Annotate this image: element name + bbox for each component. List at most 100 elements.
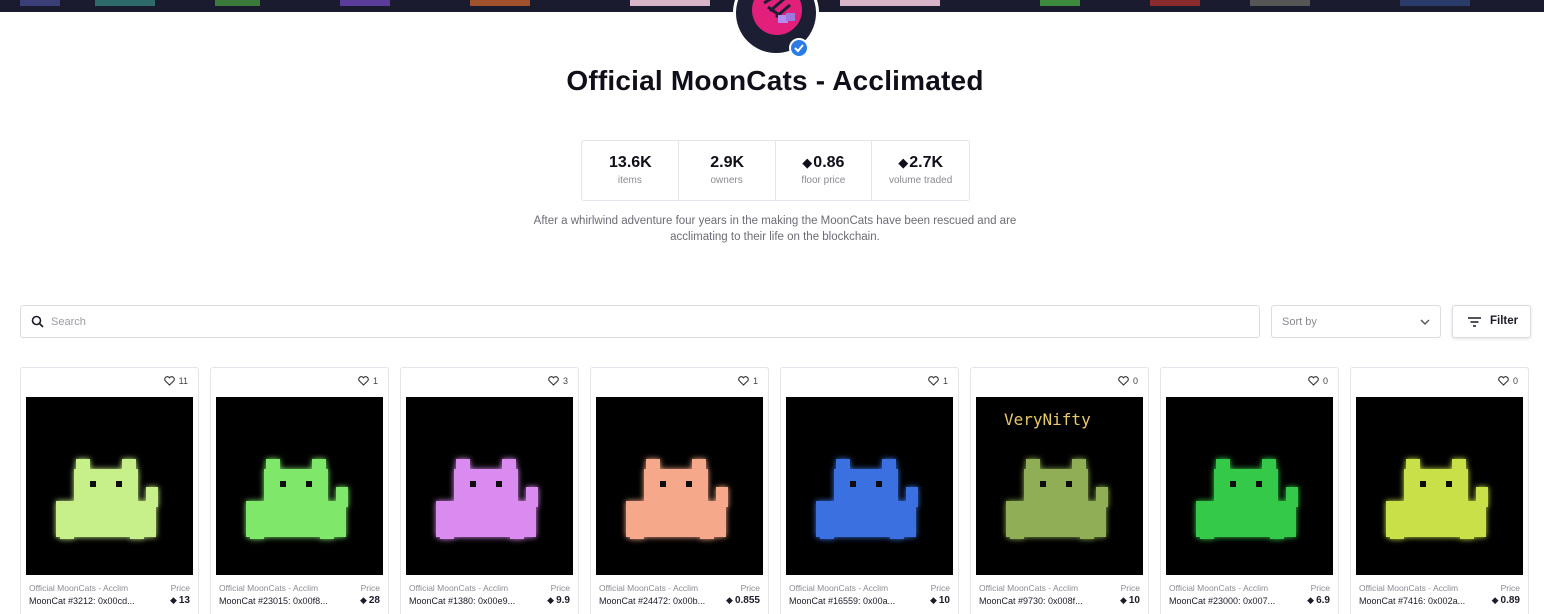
nft-card[interactable]: 1 Official MoonCats - Acclim Price MoonCat … <box>210 367 389 614</box>
item-name[interactable]: MoonCat #7416: 0x002a... <box>1359 596 1465 606</box>
price-label: Price <box>1120 583 1140 593</box>
like-count: 0 <box>1322 376 1328 386</box>
like-count: 1 <box>752 376 758 386</box>
heart-icon <box>1498 376 1509 386</box>
pixel-cat-art <box>1196 459 1298 539</box>
mooncat-logo-icon <box>752 0 802 35</box>
nft-image[interactable]: VeryNifty <box>976 397 1143 575</box>
nft-image[interactable] <box>1166 397 1333 575</box>
pixel-cat-art: VeryNifty <box>1004 410 1108 539</box>
chevron-down-icon <box>1420 319 1430 325</box>
eth-icon: ◆ <box>929 595 937 605</box>
eth-icon: ◆ <box>898 155 909 170</box>
like-count: 1 <box>372 376 378 386</box>
like-count: 0 <box>1512 376 1518 386</box>
like-button[interactable]: 1 <box>928 376 948 386</box>
item-collection-name: Official MoonCats - Acclim <box>599 583 699 593</box>
item-name[interactable]: MoonCat #16559: 0x00a... <box>789 596 895 606</box>
nft-card[interactable]: 0 Official MoonCats - Acclim Price MoonCat … <box>1350 367 1529 614</box>
nft-card[interactable]: 1 Official MoonCats - Acclim Price MoonCat … <box>780 367 959 614</box>
collection-title: Official MoonCats - Acclimated <box>566 65 984 96</box>
like-button[interactable]: 0 <box>1498 376 1518 386</box>
filter-label: Filter <box>1490 315 1519 327</box>
price-label: Price <box>360 583 380 593</box>
item-price: ◆ 13 <box>169 595 190 606</box>
like-count: 3 <box>562 376 568 386</box>
verified-badge-icon <box>789 38 809 58</box>
item-collection-name: Official MoonCats - Acclim <box>29 583 129 593</box>
item-name[interactable]: MoonCat #23000: 0x007... <box>1169 596 1275 606</box>
like-button[interactable]: 1 <box>358 376 378 386</box>
filter-button[interactable]: Filter <box>1452 305 1531 338</box>
price-label: Price <box>740 583 760 593</box>
nft-image[interactable] <box>1356 397 1523 575</box>
image-overlay-text: VeryNifty <box>1004 410 1091 429</box>
eth-icon: ◆ <box>169 595 177 605</box>
like-button[interactable]: 3 <box>548 376 568 386</box>
price-label: Price <box>930 583 950 593</box>
item-price: ◆ 10 <box>1119 595 1140 606</box>
pixel-cat-art <box>816 459 918 539</box>
stat-items: 13.6K items <box>582 141 679 200</box>
item-collection-name: Official MoonCats - Acclim <box>1359 583 1459 593</box>
like-count: 11 <box>178 376 188 386</box>
nft-card[interactable]: 0 VeryNifty Official MoonCats - Acclim Pric… <box>970 367 1149 614</box>
nft-card[interactable]: 1 Official MoonCats - Acclim Price MoonCat … <box>590 367 769 614</box>
nft-image[interactable] <box>596 397 763 575</box>
item-name[interactable]: MoonCat #23015: 0x00f8... <box>219 596 328 606</box>
heart-icon <box>548 376 559 386</box>
collection-description: After a whirlwind adventure four years i… <box>533 215 1017 243</box>
like-button[interactable]: 0 <box>1118 376 1138 386</box>
item-collection-name: Official MoonCats - Acclim <box>979 583 1079 593</box>
item-collection-name: Official MoonCats - Acclim <box>789 583 889 593</box>
collection-stats: 13.6K items 2.9K owners ◆0.86 floor pric… <box>581 140 970 201</box>
price-label: Price <box>170 583 190 593</box>
nft-card[interactable]: 3 Official MoonCats - Acclim Price MoonCat … <box>400 367 579 614</box>
pixel-cat-art <box>246 459 348 539</box>
nft-card[interactable]: 0 Official MoonCats - Acclim Price MoonCat … <box>1160 367 1339 614</box>
search-input[interactable] <box>51 307 1251 336</box>
heart-icon <box>163 376 175 386</box>
item-name[interactable]: MoonCat #3212: 0x00cd... <box>29 596 135 606</box>
item-name[interactable]: MoonCat #24472: 0x00b... <box>599 596 705 606</box>
pixel-cat-art <box>626 459 728 539</box>
nft-image[interactable] <box>216 397 383 575</box>
item-price: ◆ 0.855 <box>726 595 760 606</box>
stat-floor-price: ◆0.86 floor price <box>776 141 873 200</box>
search-bar[interactable] <box>20 305 1260 338</box>
nft-image[interactable] <box>786 397 953 575</box>
eth-icon: ◆ <box>359 595 367 605</box>
item-price: ◆ 10 <box>929 595 950 606</box>
heart-icon <box>358 376 369 386</box>
nft-card[interactable]: 11 Official MoonCats - Acclim Price MoonCat… <box>20 367 199 614</box>
item-price: ◆ 6.9 <box>1307 595 1330 606</box>
eth-icon: ◆ <box>1119 595 1127 605</box>
eth-icon: ◆ <box>1491 595 1499 605</box>
nft-grid: 11 Official MoonCats - Acclim Price MoonCat… <box>20 367 1540 614</box>
sort-by-label: Sort by <box>1282 316 1317 328</box>
item-price: ◆ 0.89 <box>1491 595 1520 606</box>
price-label: Price <box>1500 583 1520 593</box>
eth-icon: ◆ <box>547 595 555 605</box>
like-count: 1 <box>942 376 948 386</box>
search-icon <box>31 315 44 328</box>
item-price: ◆ 9.9 <box>547 595 570 606</box>
pixel-cat-art <box>56 459 158 539</box>
pixel-cat-art <box>1386 459 1488 539</box>
item-collection-name: Official MoonCats - Acclim <box>409 583 509 593</box>
price-label: Price <box>550 583 570 593</box>
like-button[interactable]: 11 <box>163 376 188 386</box>
eth-icon: ◆ <box>726 595 733 605</box>
pixel-cat-art <box>436 459 538 539</box>
like-count: 0 <box>1132 376 1138 386</box>
like-button[interactable]: 0 <box>1308 376 1328 386</box>
nft-image[interactable] <box>406 397 573 575</box>
heart-icon <box>1118 376 1129 386</box>
nft-image[interactable] <box>26 397 193 575</box>
sort-by-dropdown[interactable]: Sort by <box>1271 305 1441 338</box>
item-collection-name: Official MoonCats - Acclim <box>219 583 319 593</box>
like-button[interactable]: 1 <box>738 376 758 386</box>
item-name[interactable]: MoonCat #9730: 0x008f... <box>979 596 1083 606</box>
heart-icon <box>1308 376 1319 386</box>
item-name[interactable]: MoonCat #1380: 0x00e9... <box>409 596 515 606</box>
